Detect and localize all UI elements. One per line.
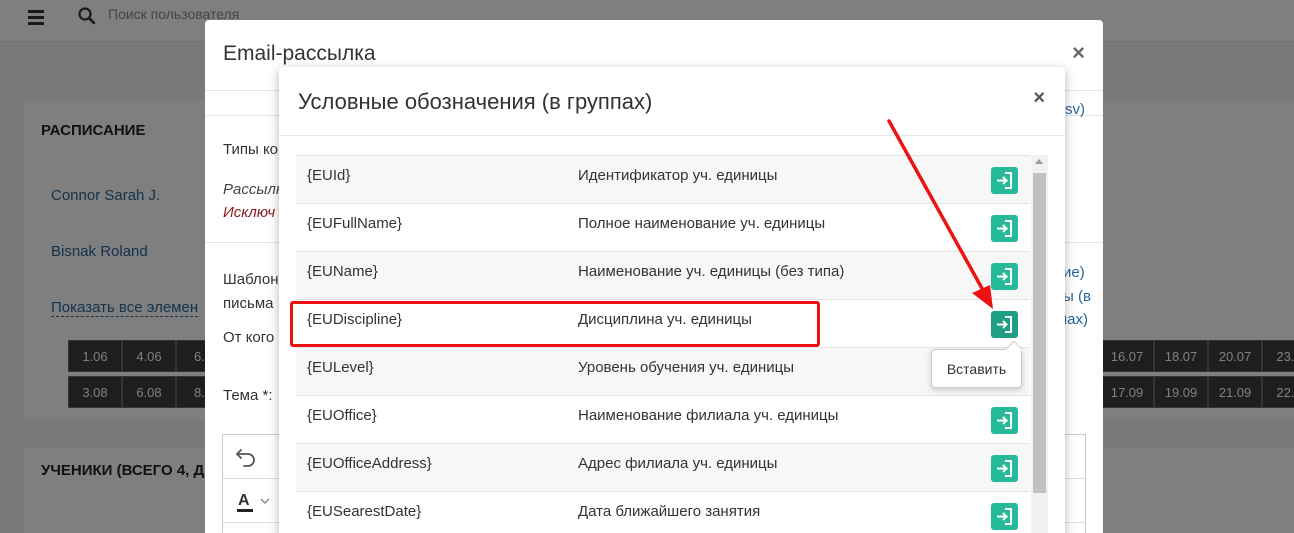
scrollbar-thumb[interactable] bbox=[1033, 173, 1046, 493]
placeholder-description: Наименование филиала уч. единицы bbox=[578, 407, 839, 424]
right-link[interactable]: ы (в bbox=[1063, 288, 1091, 305]
table-row: {EUId} Идентификатор уч. единицы bbox=[296, 155, 1030, 203]
placeholder-description: Уровень обучения уч. единицы bbox=[578, 359, 794, 376]
placeholder-code: {EUId} bbox=[307, 167, 351, 184]
right-link[interactable]: ие) bbox=[1063, 264, 1085, 281]
text-color-icon[interactable]: A bbox=[235, 489, 275, 515]
insert-icon bbox=[997, 316, 1012, 333]
placeholder-code: {EUOfficeAddress} bbox=[307, 455, 432, 472]
subject-label: Тема *: bbox=[223, 387, 273, 404]
placeholder-description: Наименование уч. единицы (без типа) bbox=[578, 263, 845, 280]
legend-modal-title: Условные обозначения (в группах) bbox=[298, 89, 653, 114]
table-row: {EUFullName} Полное наименование уч. еди… bbox=[296, 203, 1030, 251]
placeholder-code: {EUOffice} bbox=[307, 407, 377, 424]
insert-button[interactable] bbox=[991, 407, 1018, 434]
placeholder-description: Дата ближайшего занятия bbox=[578, 503, 761, 520]
tooltip-text: Вставить bbox=[946, 361, 1007, 377]
placeholder-description: Идентификатор уч. единицы bbox=[578, 167, 778, 184]
insert-icon bbox=[997, 172, 1012, 189]
insert-button[interactable] bbox=[991, 263, 1018, 290]
highlight-box bbox=[290, 301, 820, 347]
insert-button[interactable] bbox=[991, 503, 1018, 530]
table-row: {EULevel} Уровень обучения уч. единицы bbox=[296, 347, 1030, 395]
placeholder-description: Полное наименование уч. единицы bbox=[578, 215, 826, 232]
placeholder-code: {EUName} bbox=[307, 263, 378, 280]
legend-modal: Условные обозначения (в группах) × {EUId… bbox=[279, 67, 1065, 533]
insert-icon bbox=[997, 220, 1012, 237]
insert-button[interactable] bbox=[991, 311, 1018, 338]
insert-icon bbox=[997, 412, 1012, 429]
placeholder-code: {EUFullName} bbox=[307, 215, 403, 232]
insert-icon bbox=[997, 268, 1012, 285]
types-label: Типы ко bbox=[223, 141, 279, 158]
table-row: {EUName} Наименование уч. единицы (без т… bbox=[296, 251, 1030, 299]
svg-text:A: A bbox=[238, 492, 250, 509]
insert-button[interactable] bbox=[991, 455, 1018, 482]
table-row: {EUSearestDate} Дата ближайшего занятия bbox=[296, 491, 1030, 533]
placeholder-description: Адрес филиала уч. единицы bbox=[578, 455, 778, 472]
template-label: Шаблон bbox=[223, 271, 279, 288]
placeholder-code: {EUSearestDate} bbox=[307, 503, 422, 520]
insert-button[interactable] bbox=[991, 215, 1018, 242]
divider bbox=[279, 135, 1065, 136]
from-label: От кого bbox=[223, 329, 275, 346]
placeholder-code: {EULevel} bbox=[307, 359, 374, 376]
insert-icon bbox=[997, 508, 1012, 525]
right-link[interactable]: sv) bbox=[1065, 101, 1085, 118]
modal-title: Email-рассылка bbox=[223, 42, 376, 65]
close-icon[interactable]: × bbox=[1033, 87, 1045, 110]
insert-tooltip: Вставить bbox=[931, 340, 1023, 388]
table-row: {EUOffice} Наименование филиала уч. един… bbox=[296, 395, 1030, 443]
scrollbar[interactable] bbox=[1031, 155, 1048, 533]
template-label: письма bbox=[223, 295, 274, 312]
scroll-up-icon[interactable] bbox=[1035, 159, 1043, 164]
insert-icon bbox=[997, 460, 1012, 477]
table-row: {EUOfficeAddress} Адрес филиала уч. един… bbox=[296, 443, 1030, 491]
insert-button[interactable] bbox=[991, 167, 1018, 194]
undo-icon[interactable] bbox=[235, 447, 257, 467]
excluded-label: Исключ bbox=[223, 204, 276, 221]
mailing-label: Рассылк bbox=[223, 181, 283, 198]
close-icon[interactable]: × bbox=[1072, 40, 1085, 66]
